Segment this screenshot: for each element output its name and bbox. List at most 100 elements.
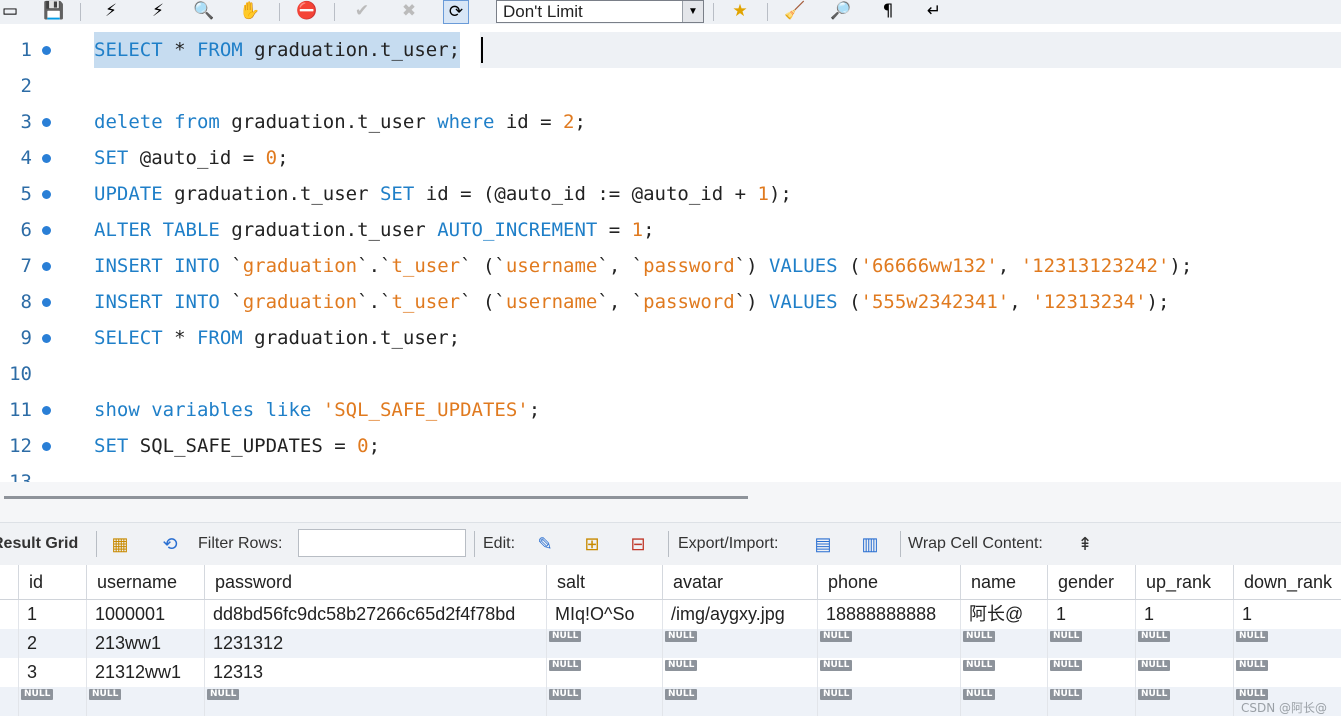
grid-view-icon[interactable]: ▦	[107, 532, 133, 556]
table-cell[interactable]: /img/aygxy.jpg	[662, 600, 817, 629]
null-badge: NULL	[665, 660, 698, 671]
stop-icon[interactable]: ✋	[238, 0, 262, 22]
invisible-chars-icon[interactable]: ¶	[876, 0, 900, 22]
table-cell[interactable]: NULL	[662, 687, 817, 716]
edit-row-icon[interactable]: ✎	[532, 532, 558, 556]
table-cell[interactable]: NULL	[817, 629, 960, 658]
column-header-phone[interactable]: phone	[817, 565, 960, 599]
execute-icon[interactable]: ⚡	[99, 0, 123, 22]
column-header-salt[interactable]: salt	[546, 565, 662, 599]
result-toolbar: Result Grid ▦ ⟲ Filter Rows: Edit: ✎ ⊞ ⊟…	[0, 522, 1341, 566]
table-cell[interactable]: NULL	[204, 687, 546, 716]
toolbar-separator	[96, 531, 97, 557]
table-cell[interactable]: NULL	[960, 658, 1047, 687]
column-header-down-rank[interactable]: down_rank	[1233, 565, 1341, 599]
table-cell[interactable]: NULL	[546, 687, 662, 716]
table-cell[interactable]: NULL	[817, 658, 960, 687]
autocommit-icon[interactable]: ⟳	[443, 0, 469, 24]
code-text: INSERT INTO `graduation`.`t_user` (`user…	[94, 291, 1170, 313]
refresh-icon[interactable]: ⟲	[157, 532, 183, 556]
table-cell[interactable]: dd8bd56fc9dc58b27266c65d2f4f78bd	[204, 600, 546, 629]
table-cell[interactable]: NULL	[960, 687, 1047, 716]
beautify-icon[interactable]: 🧹	[783, 0, 807, 22]
find-icon[interactable]: 🔎	[829, 0, 853, 22]
table-cell[interactable]: NULL	[1233, 658, 1341, 687]
table-cell[interactable]: 1	[18, 600, 86, 629]
table-cell[interactable]: NULL	[662, 629, 817, 658]
chevron-down-icon[interactable]: ▼	[682, 1, 703, 22]
table-cell[interactable]: NULL	[1047, 629, 1135, 658]
null-badge: NULL	[1050, 689, 1083, 700]
table-cell[interactable]: NULL	[86, 687, 204, 716]
table-cell[interactable]: NULL	[1135, 658, 1233, 687]
editor-horizontal-scrollbar[interactable]	[0, 482, 1341, 522]
table-cell[interactable]: 3	[18, 658, 86, 687]
table-row[interactable]: NULL NULL NULL NULL NULL NULL NULL NULL NULL NULL	[0, 687, 1341, 716]
statement-marker-icon	[42, 118, 51, 127]
table-cell[interactable]: 阿长@	[960, 600, 1047, 629]
bookmark-icon[interactable]: ★	[728, 0, 752, 22]
null-badge: NULL	[665, 631, 698, 642]
save-icon[interactable]: 💾	[42, 0, 66, 22]
column-header-gender[interactable]: gender	[1047, 565, 1135, 599]
table-cell[interactable]: 12313	[204, 658, 546, 687]
table-cell[interactable]: 1	[1047, 600, 1135, 629]
toggle-error-icon[interactable]: ⛔	[295, 0, 319, 22]
result-grid[interactable]: id username password salt avatar phone name gen…	[0, 565, 1341, 723]
table-cell[interactable]: NULL	[546, 658, 662, 687]
execute-current-icon[interactable]: ⚡	[146, 0, 170, 22]
wrap-cell-content-label: Wrap Cell Content:	[908, 535, 1043, 552]
statement-marker-icon	[42, 442, 51, 451]
explain-icon[interactable]: 🔍	[192, 0, 216, 22]
table-cell[interactable]: NULL	[1047, 658, 1135, 687]
toolbar-separator	[279, 3, 280, 21]
column-header-password[interactable]: password	[204, 565, 546, 599]
table-cell[interactable]: 1231312	[204, 629, 546, 658]
filter-rows-input[interactable]	[298, 529, 466, 557]
table-cell[interactable]: NULL	[960, 629, 1047, 658]
null-badge: NULL	[549, 660, 582, 671]
line-number: 2	[20, 75, 32, 97]
delete-row-icon[interactable]: ⊟	[625, 532, 651, 556]
table-cell[interactable]: MIq!O^So	[546, 600, 662, 629]
table-cell[interactable]: 21312ww1	[86, 658, 204, 687]
wrap-icon[interactable]: ↵	[922, 0, 946, 22]
table-cell[interactable]: 1000001	[86, 600, 204, 629]
table-cell[interactable]: NULL	[662, 658, 817, 687]
table-cell[interactable]: NULL	[1135, 687, 1233, 716]
table-cell[interactable]: NULL	[1135, 629, 1233, 658]
table-cell[interactable]: 1	[1135, 600, 1233, 629]
wrap-text-icon[interactable]: ⇞	[1072, 532, 1098, 556]
table-cell[interactable]: 2	[18, 629, 86, 658]
import-icon[interactable]: ▥	[857, 532, 883, 556]
editor-line: 3 delete from graduation.t_user where id…	[0, 104, 1341, 140]
table-row[interactable]: 2 213ww1 1231312 NULL NULL NULL NULL NULL NULL NU…	[0, 629, 1341, 658]
column-header-id[interactable]: id	[18, 565, 86, 599]
editor-line: 10	[0, 356, 1341, 392]
table-cell[interactable]: NULL	[18, 687, 86, 716]
commit-icon[interactable]: ✔	[350, 0, 374, 22]
column-header-username[interactable]: username	[86, 565, 204, 599]
limit-rows-select[interactable]: Don't Limit ▼	[496, 0, 704, 23]
null-badge: NULL	[549, 689, 582, 700]
export-icon[interactable]: ▤	[810, 532, 836, 556]
open-sql-icon[interactable]: ▭	[0, 0, 20, 22]
table-cell[interactable]: 1	[1233, 600, 1341, 629]
table-cell[interactable]: NULL	[546, 629, 662, 658]
result-grid-tab[interactable]: Result Grid	[0, 523, 78, 565]
add-row-icon[interactable]: ⊞	[579, 532, 605, 556]
table-row[interactable]: 1 1000001 dd8bd56fc9dc58b27266c65d2f4f78bd…	[0, 600, 1341, 629]
rollback-icon[interactable]: ✖	[397, 0, 421, 22]
table-cell[interactable]: NULL	[1233, 629, 1341, 658]
scrollbar-thumb[interactable]	[4, 496, 748, 499]
edit-label: Edit:	[483, 535, 516, 552]
column-header-name[interactable]: name	[960, 565, 1047, 599]
table-row[interactable]: 3 21312ww1 12313 NULL NULL NULL NULL NULL NULL NU…	[0, 658, 1341, 687]
sql-editor[interactable]: 1 SELECT * FROM graduation.t_user; 2 3 d…	[0, 24, 1341, 482]
column-header-up-rank[interactable]: up_rank	[1135, 565, 1233, 599]
table-cell[interactable]: 18888888888	[817, 600, 960, 629]
column-header-avatar[interactable]: avatar	[662, 565, 817, 599]
table-cell[interactable]: NULL	[1047, 687, 1135, 716]
table-cell[interactable]: 213ww1	[86, 629, 204, 658]
table-cell[interactable]: NULL	[817, 687, 960, 716]
